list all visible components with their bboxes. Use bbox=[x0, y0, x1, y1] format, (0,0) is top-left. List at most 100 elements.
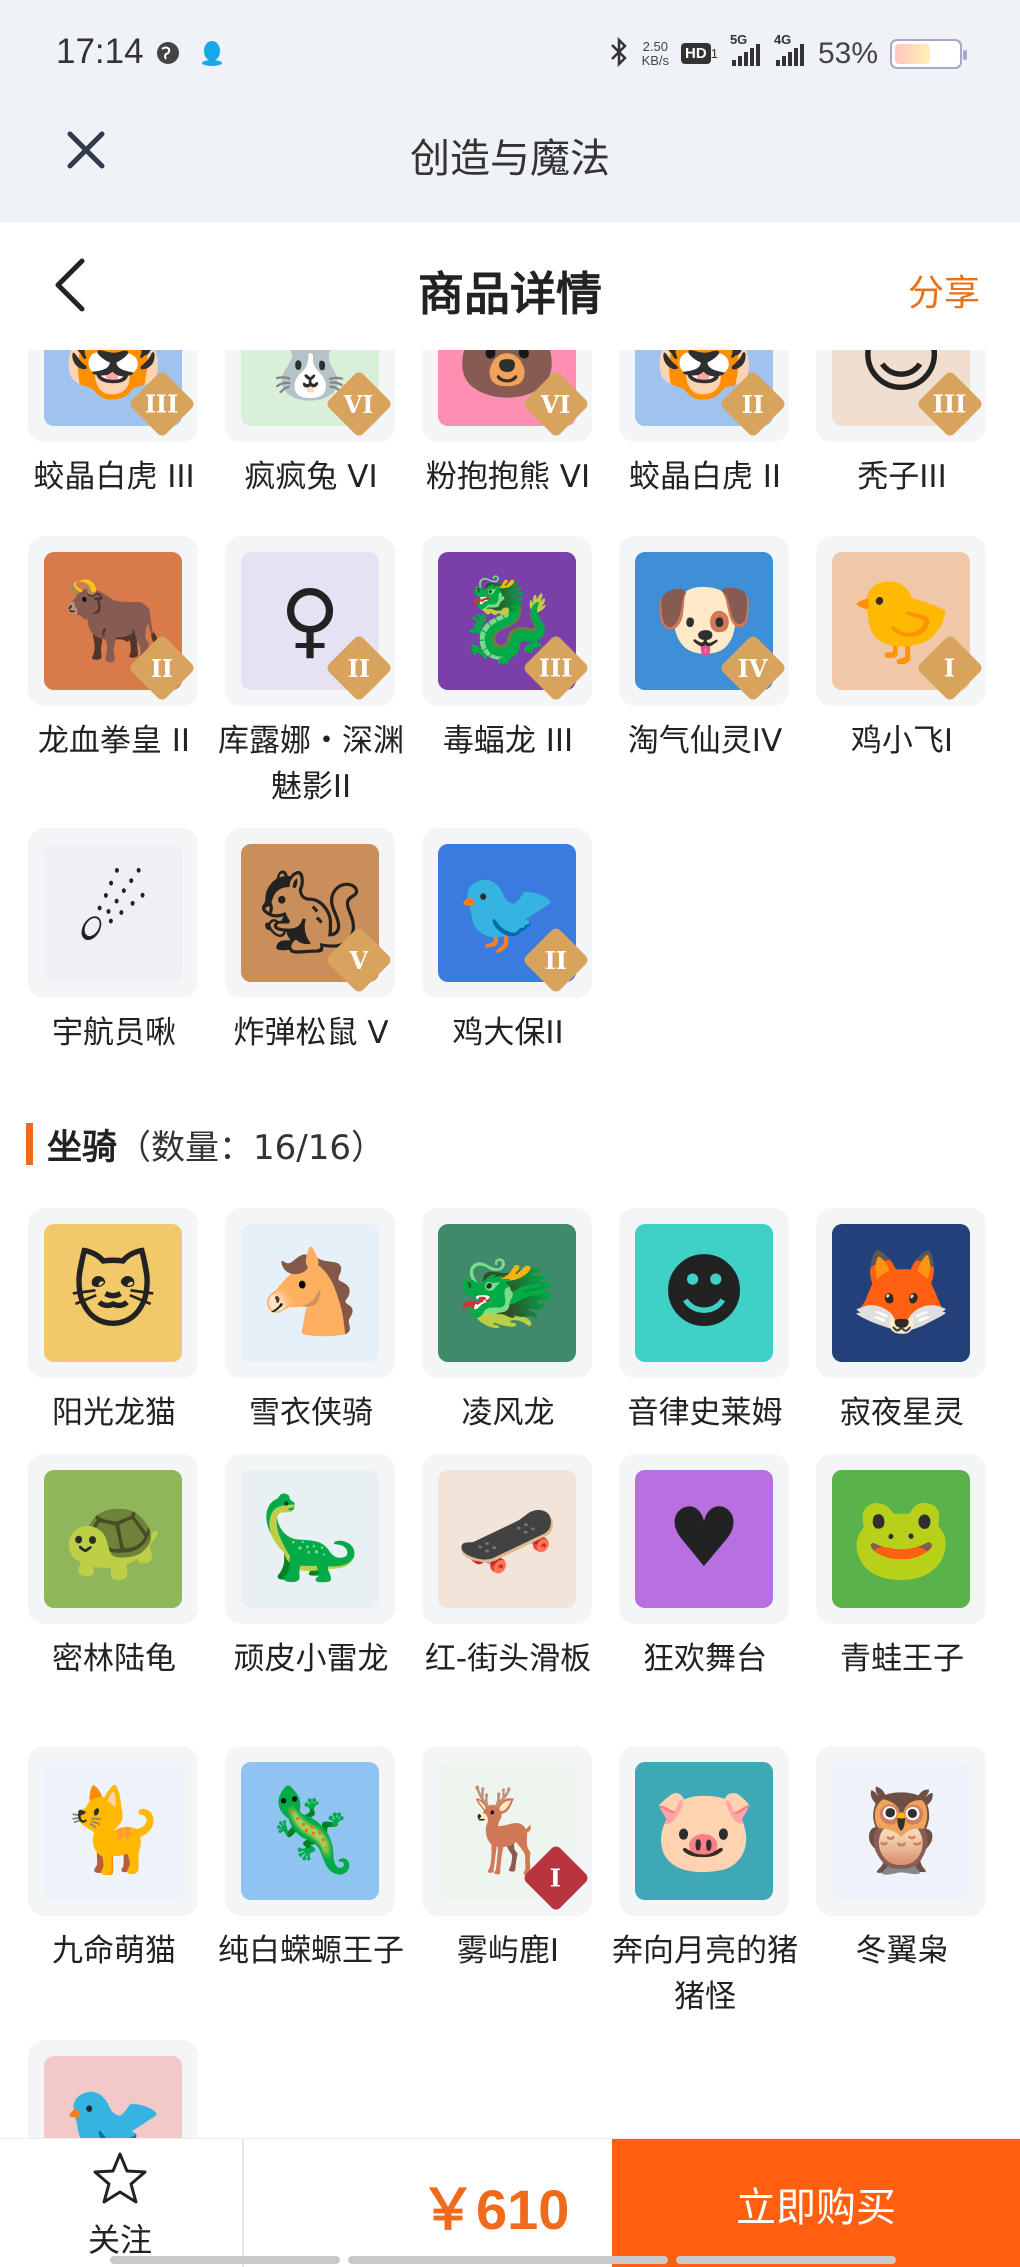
item-thumbnail[interactable]: ☺ III bbox=[816, 350, 986, 442]
item-thumbnail[interactable]: ♥ bbox=[619, 1454, 789, 1624]
totoro-icon: 🐱 bbox=[44, 1224, 182, 1362]
item-thumbnail[interactable]: 🐦 bbox=[28, 2040, 198, 2138]
astronaut-icon: ☄ bbox=[44, 844, 182, 982]
item-thumbnail[interactable]: 🐈 bbox=[28, 1746, 198, 1916]
battery-fill bbox=[895, 44, 930, 64]
item-name: 蛟晶白虎 III bbox=[33, 459, 195, 495]
share-button[interactable]: 分享 bbox=[908, 264, 980, 316]
axolotl-icon: 🦎 bbox=[241, 1762, 379, 1900]
section-count: （数量：16/16） bbox=[117, 1127, 385, 1168]
item-name: 音律史莱姆 bbox=[627, 1395, 783, 1431]
item-thumbnail[interactable]: 🐱 bbox=[28, 1208, 198, 1378]
item-thumbnail[interactable]: 🦊 bbox=[816, 1208, 986, 1378]
sauropod-icon: 🦕 bbox=[241, 1470, 379, 1608]
pig-icon: 🐷 bbox=[635, 1762, 773, 1900]
item-name: 奔向月亮的猪猪怪 bbox=[612, 1933, 798, 2015]
status-time: 17:14 bbox=[56, 32, 144, 71]
stage-icon: ♥ bbox=[635, 1470, 773, 1608]
gesture-bar bbox=[110, 2256, 896, 2264]
item-thumbnail[interactable]: 🐶 IV bbox=[619, 536, 789, 706]
signal-5g-icon: 5G bbox=[730, 32, 762, 66]
status-bar: 17:14 2.50 KB/s HD 1 5G 4G 53% bbox=[0, 0, 1020, 110]
item-thumbnail[interactable]: 🦉 bbox=[816, 1746, 986, 1916]
item-name: 青蛙王子 bbox=[840, 1641, 964, 1677]
app-title: 创造与魔法 bbox=[410, 136, 610, 182]
item-thumbnail[interactable]: 🐦 II bbox=[422, 828, 592, 998]
price: ￥610 bbox=[420, 2178, 570, 2241]
product-content[interactable]: 🐯 III 蛟晶白虎 III 🐰 VI 疯疯兔 VI 🐻 VI 粉抱抱熊 VI 🐯 II 蛟晶白虎 I… bbox=[0, 350, 1020, 2138]
signal-4g-icon: 4G bbox=[774, 32, 806, 66]
item-name: 疯疯兔 VI bbox=[244, 459, 378, 495]
hd-badge: HD 1 bbox=[681, 43, 718, 64]
item-name: 狂欢舞台 bbox=[643, 1641, 767, 1677]
battery-icon bbox=[890, 39, 967, 69]
status-right: 2.50 KB/s HD 1 5G 4G 53% bbox=[608, 32, 967, 74]
item-thumbnail[interactable]: 🐉 III bbox=[422, 536, 592, 706]
item-thumbnail[interactable]: ♀ II bbox=[225, 536, 395, 706]
mounts-section-header: 坐骑 （数量：16/16） bbox=[26, 1120, 385, 1168]
page-title: 商品详情 bbox=[418, 267, 602, 321]
section-title: 坐骑 bbox=[47, 1127, 118, 1168]
app-bar: 创造与魔法 bbox=[0, 110, 1020, 222]
item-name: 纯白蝾螈王子 bbox=[218, 1933, 404, 1969]
item-thumbnail[interactable]: 🐰 VI bbox=[225, 350, 395, 442]
green-dragon-icon: 🐲 bbox=[438, 1224, 576, 1362]
item-thumbnail[interactable]: 🦕 bbox=[225, 1454, 395, 1624]
white-cat-icon: 🐈 bbox=[44, 1762, 182, 1900]
item-thumbnail[interactable]: 🐻 VI bbox=[422, 350, 592, 442]
item-name: 粉抱抱熊 VI bbox=[425, 459, 591, 495]
item-name: 蛟晶白虎 II bbox=[628, 459, 782, 495]
item-name: 密林陆龟 bbox=[52, 1641, 176, 1677]
follow-label: 关注 bbox=[87, 2221, 152, 2259]
frog-prince-icon: 🐸 bbox=[832, 1470, 970, 1608]
item-thumbnail[interactable]: 🐯 II bbox=[619, 350, 789, 442]
skateboard-icon: 🛹 bbox=[438, 1470, 576, 1608]
item-name: 顽皮小雷龙 bbox=[233, 1641, 389, 1677]
item-thumbnail[interactable]: 🦌 I bbox=[422, 1746, 592, 1916]
divider bbox=[242, 2139, 244, 2267]
star-icon bbox=[93, 2152, 147, 2204]
night-fox-icon: 🦊 bbox=[832, 1224, 970, 1362]
item-name: 雪衣侠骑 bbox=[249, 1395, 373, 1431]
item-thumbnail[interactable]: 🐴 bbox=[225, 1208, 395, 1378]
item-name: 寂夜星灵 bbox=[840, 1395, 964, 1431]
item-name: 龙血拳皇 II bbox=[37, 723, 191, 759]
item-name: 九命萌猫 bbox=[52, 1933, 176, 1969]
bluetooth-icon bbox=[608, 36, 630, 72]
item-thumbnail[interactable]: ☻ bbox=[619, 1208, 789, 1378]
item-thumbnail[interactable]: 🐯 III bbox=[28, 350, 198, 442]
item-thumbnail[interactable]: 🛹 bbox=[422, 1454, 592, 1624]
item-thumbnail[interactable]: 🐢 bbox=[28, 1454, 198, 1624]
item-name: 鸡大保II bbox=[452, 1015, 564, 1051]
item-thumbnail[interactable]: ☄ bbox=[28, 828, 198, 998]
buy-now-button[interactable]: 立即购买 bbox=[612, 2139, 1020, 2267]
item-thumbnail[interactable]: 🐤 I bbox=[816, 536, 986, 706]
item-thumbnail[interactable]: 🐂 II bbox=[28, 536, 198, 706]
item-thumbnail[interactable]: 🐸 bbox=[816, 1454, 986, 1624]
phoenix-icon: 🐦 bbox=[44, 2056, 182, 2138]
item-name: 毒蝠龙 III bbox=[442, 723, 574, 759]
item-name: 炸弹松鼠 V bbox=[233, 1015, 389, 1051]
follow-button[interactable]: 关注 bbox=[60, 2149, 180, 2259]
turtle-icon: 🐢 bbox=[44, 1470, 182, 1608]
top-area: 17:14 2.50 KB/s HD 1 5G 4G 53% 创造与魔法 bbox=[0, 0, 1020, 222]
item-thumbnail[interactable]: 🦎 bbox=[225, 1746, 395, 1916]
item-name: 库露娜・深渊魅影II bbox=[218, 723, 404, 805]
page-header: 商品详情 分享 bbox=[0, 222, 1020, 350]
qq-icon bbox=[196, 36, 228, 70]
item-name: 宇航员啾 bbox=[52, 1015, 176, 1051]
bottom-bar: 关注 ￥610 立即购买 bbox=[0, 2138, 1020, 2267]
item-name: 秃子III bbox=[857, 459, 947, 495]
white-horse-icon: 🐴 bbox=[241, 1224, 379, 1362]
item-thumbnail[interactable]: 🐲 bbox=[422, 1208, 592, 1378]
battery-percent: 53% bbox=[817, 37, 878, 70]
owl-icon: 🦉 bbox=[832, 1762, 970, 1900]
item-name: 冬翼枭 bbox=[855, 1933, 949, 1969]
item-name: 凌风龙 bbox=[461, 1395, 555, 1431]
item-thumbnail[interactable]: 🐷 bbox=[619, 1746, 789, 1916]
item-thumbnail[interactable]: 🐿 V bbox=[225, 828, 395, 998]
item-name: 鸡小飞I bbox=[850, 723, 954, 759]
globe-icon bbox=[152, 36, 184, 70]
section-accent-bar bbox=[26, 1123, 33, 1165]
item-name: 淘气仙灵IV bbox=[627, 723, 783, 759]
